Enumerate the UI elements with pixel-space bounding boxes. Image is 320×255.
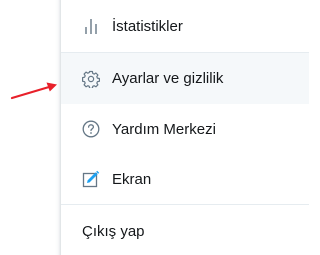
screen: İstatistikler Ayarlar ve gizlilik Yardım… xyxy=(0,0,309,255)
red-arrow-icon xyxy=(10,82,57,100)
